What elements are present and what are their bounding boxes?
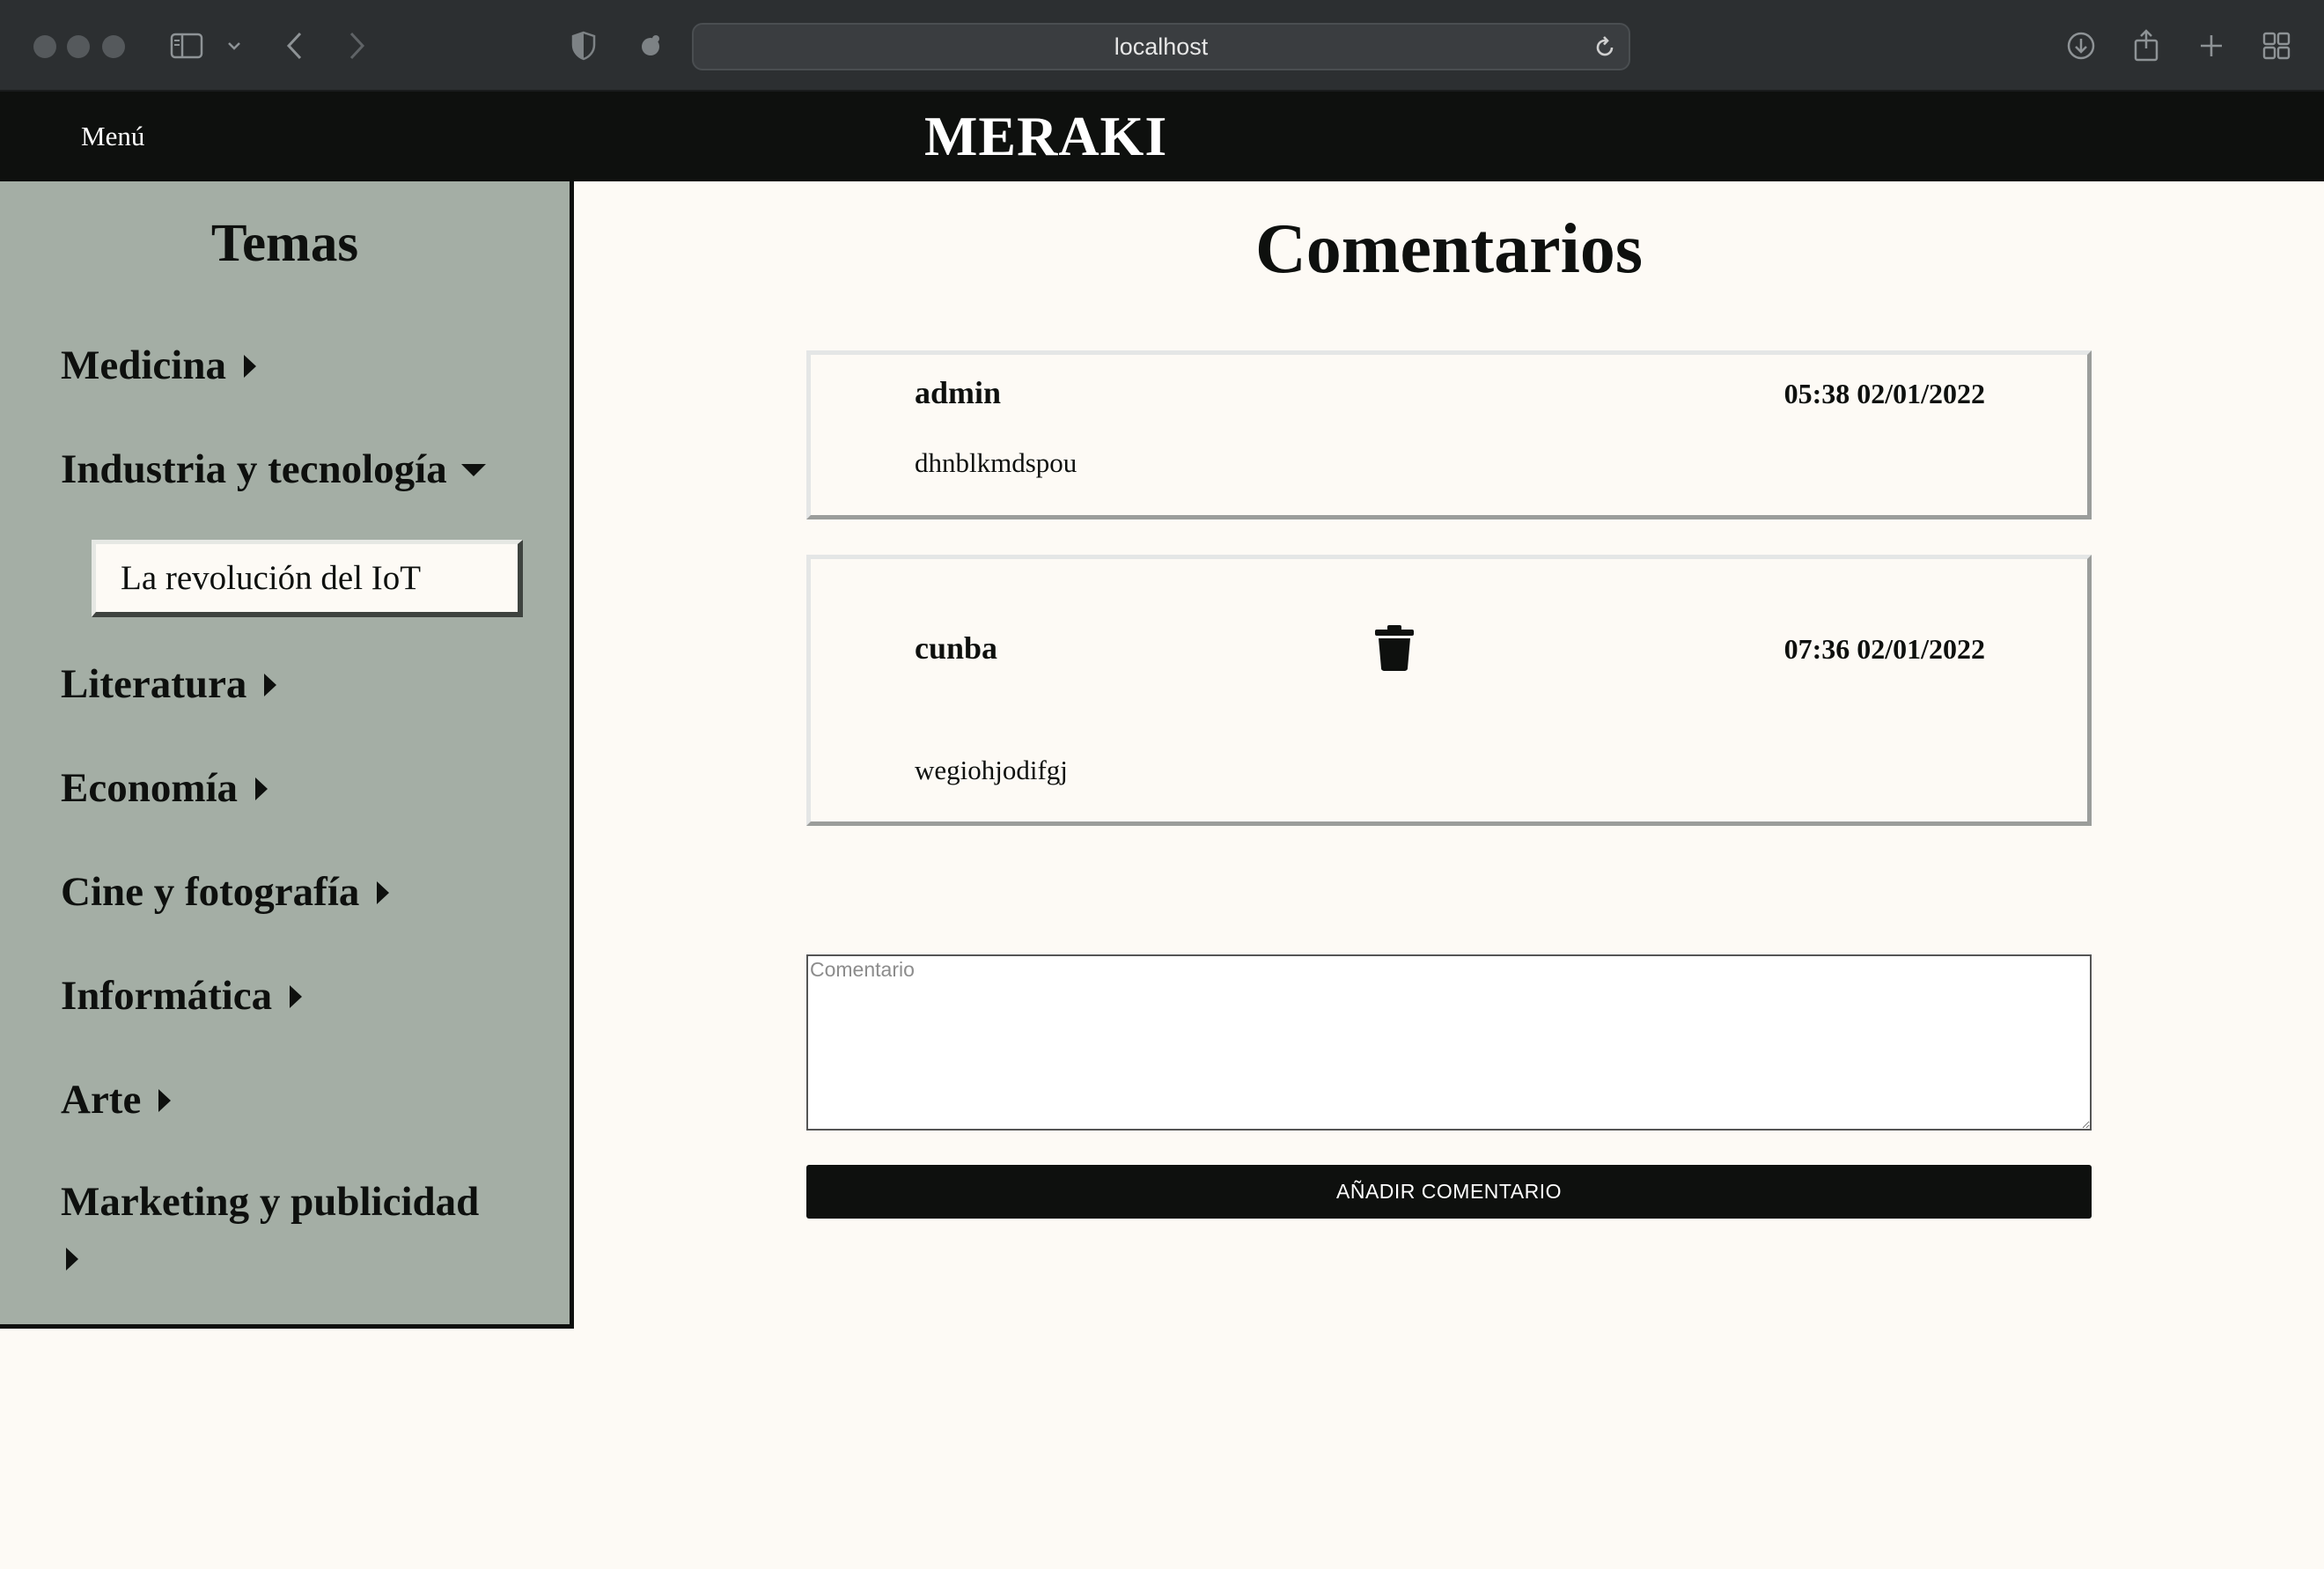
topic-informatica[interactable]: Informática [61,972,303,1020]
tab-overview-icon[interactable] [2261,25,2292,67]
topic-label: Informática [61,973,273,1019]
caret-down-icon [460,464,486,477]
comment-author[interactable]: cunba [915,630,997,667]
browser-toolbar: localhost [0,0,2324,92]
topic-label: Medicina [61,343,226,388]
topics-sidebar: Temas Medicina Industria y tecnología La… [0,181,574,1329]
site-logo[interactable]: MERAKI [924,92,1167,181]
address-bar[interactable]: localhost [692,23,1630,70]
page-title-text: Comentarios [1255,210,1643,288]
sidebar-title: Temas [210,214,359,273]
menu-link[interactable]: Menú [81,92,144,181]
topic-label: Arte [61,1077,142,1123]
add-comment-button[interactable]: AÑADIR COMENTARIO [806,1165,2092,1219]
back-arrow-icon[interactable] [280,25,310,67]
caret-right-icon [158,1089,172,1113]
forward-arrow-icon[interactable] [342,25,371,67]
comment-date: 07:36 02/01/2022 [1783,633,1985,665]
subtopic-la-revolucion-del-iot[interactable]: La revolución del IoT [92,540,523,617]
topic-cine-y-fotografia[interactable]: Cine y fotografía [61,868,390,916]
window-minimize-button[interactable] [67,35,90,58]
window-zoom-button[interactable] [102,35,125,58]
topic-industria-y-tecnologia[interactable]: Industria y tecnología [61,446,486,493]
topic-label: Economía [61,765,239,811]
topic-label: Cine y fotografía [61,869,360,915]
site-header: Menú MERAKI [0,92,2324,181]
comment-text: wegiohjodifgj [915,755,1068,785]
chevron-down-icon[interactable] [224,25,245,67]
address-bar-url: localhost [1114,33,1209,60]
topic-label: Literatura [61,661,247,707]
topic-literatura[interactable]: Literatura [61,660,277,708]
extension-icon[interactable] [636,25,666,67]
topic-economia[interactable]: Economía [61,764,268,812]
comment-author[interactable]: admin [915,374,1001,411]
caret-right-icon [377,881,390,905]
caret-right-icon [66,1248,78,1271]
comment-card: admin 05:38 02/01/2022 dhnblkmdspou [806,350,2092,519]
share-icon[interactable] [2130,25,2162,67]
new-tab-plus-icon[interactable] [2195,25,2227,67]
topic-label: Industria y tecnología [61,446,447,492]
window-close-button[interactable] [33,35,56,58]
comment-textarea[interactable] [806,954,2092,1131]
topic-arte[interactable]: Arte [61,1076,172,1123]
caret-right-icon [255,777,268,801]
topic-label: Marketing y publicidad [61,1179,480,1225]
reload-icon[interactable] [1593,35,1616,64]
trash-icon[interactable] [1374,624,1415,672]
caret-right-icon [264,674,277,697]
page-title: Comentarios [574,210,2324,290]
topic-marketing-y-publicidad[interactable]: Marketing y publicidad [61,1178,479,1282]
comment-date: 05:38 02/01/2022 [1783,378,1985,409]
caret-right-icon [290,985,303,1009]
sidebar-toggle-icon[interactable] [169,25,204,67]
caret-right-icon [243,355,256,379]
download-icon[interactable] [2065,25,2097,67]
comment-text: dhnblkmdspou [915,447,1077,478]
comment-card: cunba 07:36 02/01/2022 wegiohjodifgj [806,555,2092,826]
shield-icon[interactable] [569,25,599,67]
topic-medicina[interactable]: Medicina [61,342,256,389]
